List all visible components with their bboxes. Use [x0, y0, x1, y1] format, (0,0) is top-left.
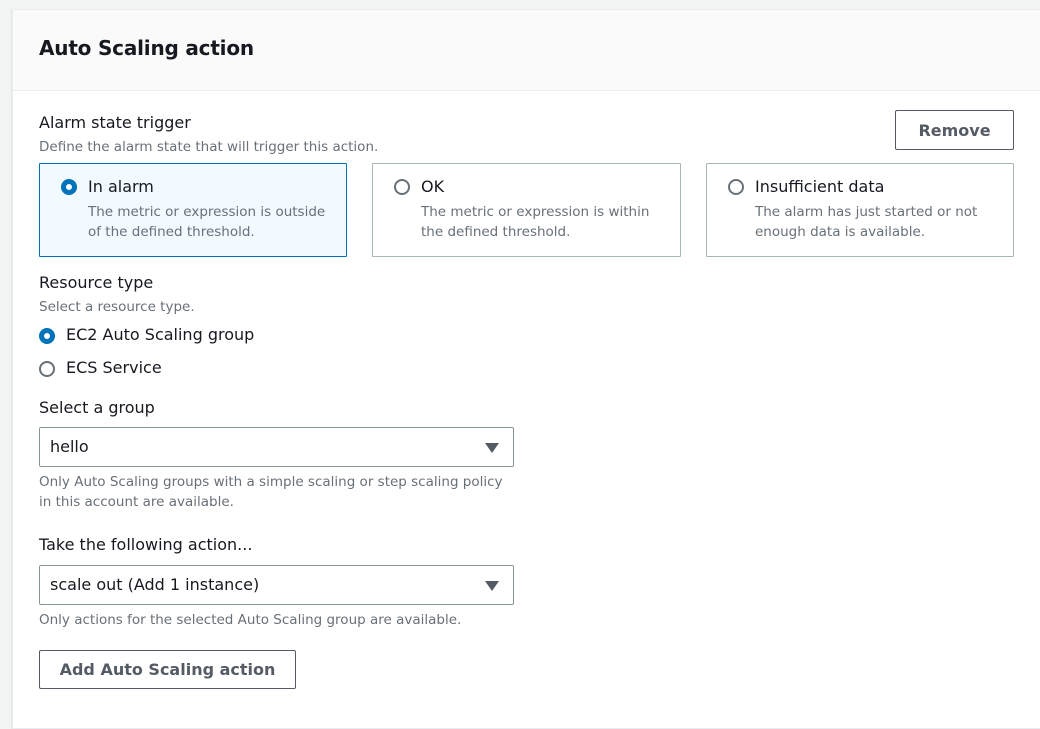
group-hint: Only Auto Scaling groups with a simple s…	[39, 474, 503, 510]
tile-description: The metric or expression is within the d…	[421, 204, 650, 240]
tile-title: In alarm	[88, 177, 154, 196]
tile-title: OK	[421, 177, 445, 196]
add-auto-scaling-action-button[interactable]: Add Auto Scaling action	[39, 650, 296, 689]
alarm-state-tile-insufficient-data[interactable]: Insufficient data The alarm has just sta…	[706, 163, 1014, 257]
group-select-value: hello	[50, 437, 89, 456]
radio-ok[interactable]	[394, 179, 410, 195]
group-select[interactable]: hello	[39, 427, 514, 467]
panel-title: Auto Scaling action	[39, 36, 254, 60]
caret-down-icon	[485, 443, 499, 453]
tile-description: The alarm has just started or not enough…	[755, 204, 978, 240]
radio-ecs-service[interactable]	[39, 361, 55, 377]
caret-down-icon	[485, 581, 499, 591]
alarm-state-tile-in-alarm[interactable]: In alarm The metric or expression is out…	[39, 163, 347, 257]
resource-option-ecs-service[interactable]: ECS Service	[39, 358, 239, 380]
alarm-state-trigger-label: Alarm state trigger	[39, 113, 191, 132]
resource-option-label: ECS Service	[66, 358, 162, 377]
alarm-state-trigger-description: Define the alarm state that will trigger…	[39, 139, 379, 155]
radio-insufficient-data[interactable]	[728, 179, 744, 195]
remove-button[interactable]: Remove	[895, 110, 1014, 150]
resource-type-description: Select a resource type.	[39, 299, 195, 315]
auto-scaling-action-panel: Auto Scaling action Alarm state trigger …	[12, 9, 1040, 729]
action-select[interactable]: scale out (Add 1 instance)	[39, 565, 514, 605]
radio-in-alarm[interactable]	[61, 179, 77, 195]
alarm-state-tile-ok[interactable]: OK The metric or expression is within th…	[372, 163, 681, 257]
tile-title: Insufficient data	[755, 177, 885, 196]
radio-ec2-auto-scaling-group[interactable]	[39, 328, 55, 344]
tile-description: The metric or expression is outside of t…	[88, 204, 326, 240]
resource-option-ec2-auto-scaling-group[interactable]: EC2 Auto Scaling group	[39, 325, 299, 347]
action-hint: Only actions for the selected Auto Scali…	[39, 612, 462, 628]
action-label: Take the following action...	[39, 535, 253, 554]
resource-type-label: Resource type	[39, 273, 154, 292]
action-select-value: scale out (Add 1 instance)	[50, 575, 260, 594]
select-group-label: Select a group	[39, 398, 155, 417]
resource-option-label: EC2 Auto Scaling group	[66, 325, 255, 344]
panel-header: Auto Scaling action	[13, 10, 1040, 91]
